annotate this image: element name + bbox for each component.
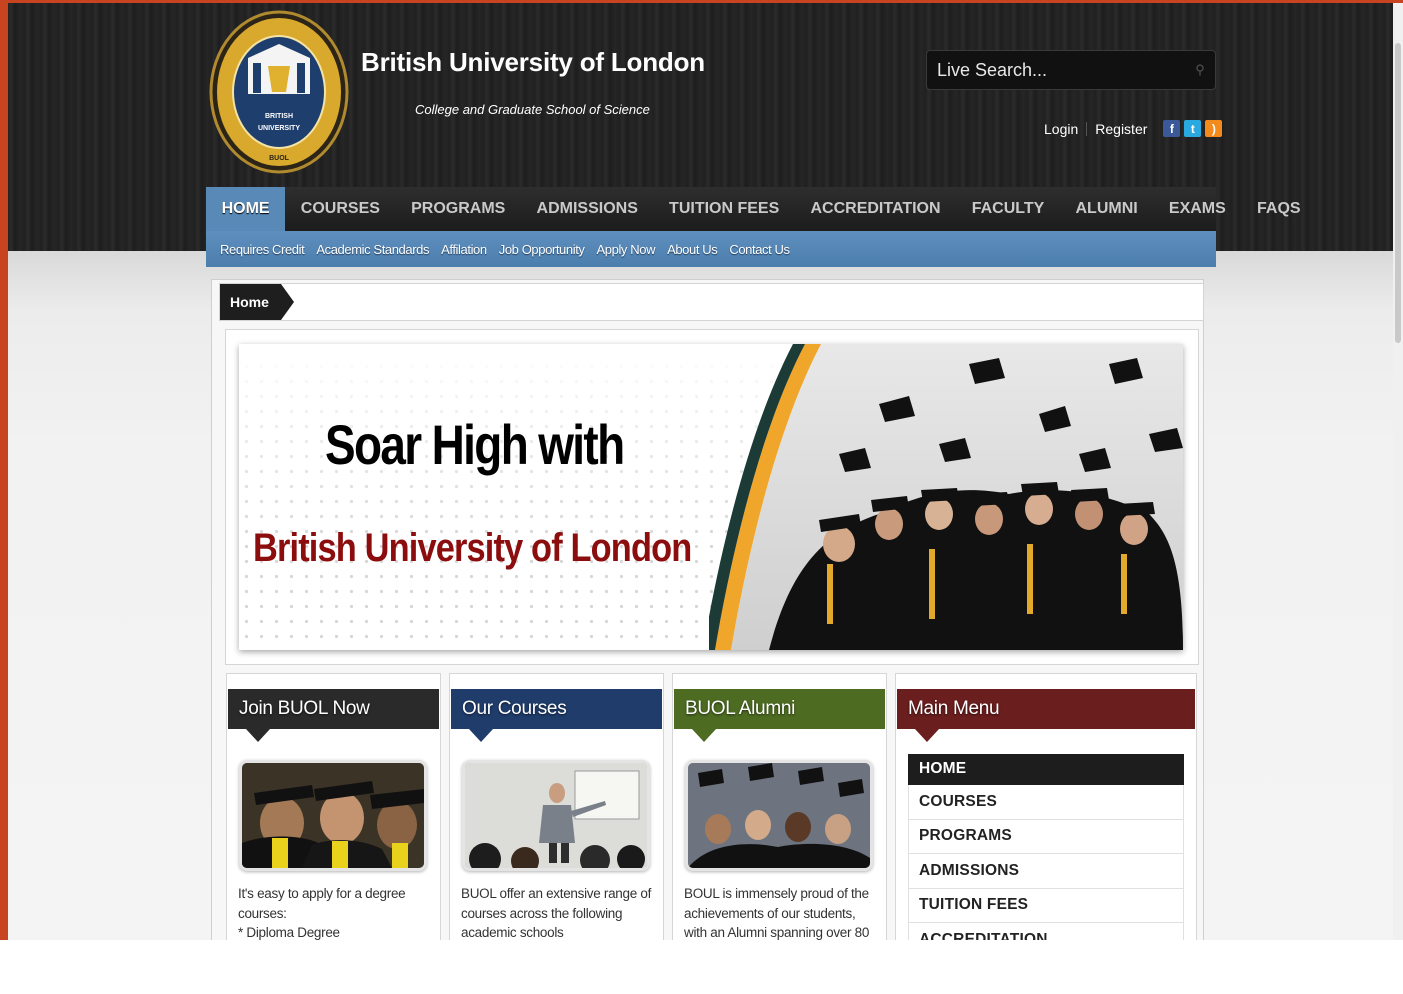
nav-item-faqs[interactable]: FAQs <box>1241 187 1316 231</box>
text-line: courses across the following <box>461 905 623 921</box>
nav-item-accreditation[interactable]: ACCREDITATION <box>795 187 956 231</box>
nav-item-programs[interactable]: PROGRAMS <box>396 187 521 231</box>
browser-viewport: BRITISH UNIVERSITY BUOL British Universi… <box>0 0 1403 940</box>
scrollbar-thumb[interactable] <box>1395 43 1401 343</box>
banner-slider: Soar High with British University of Lon… <box>225 329 1199 665</box>
subnav-link-apply-now[interactable]: Apply Now <box>597 242 656 257</box>
text-line: achievements of our students, <box>684 905 856 921</box>
logo-text-bottom: BUOL <box>269 155 290 162</box>
subnav-link-contact-us[interactable]: Contact Us <box>729 242 790 257</box>
text-line: academic schools <box>461 925 564 940</box>
main-menu-item-courses[interactable]: COURSES <box>908 785 1184 820</box>
alumni-box-text: BOUL is immensely proud of the achieveme… <box>684 884 879 940</box>
main-menu-item-accreditation[interactable]: ACCREDITATION <box>908 923 1184 940</box>
search-input[interactable] <box>927 51 1185 89</box>
university-logo[interactable]: BRITISH UNIVERSITY BUOL <box>206 8 352 176</box>
text-line: * Diploma Degree <box>238 925 340 940</box>
alumni-thumbnail[interactable] <box>685 760 873 871</box>
logo-text-top: BRITISH <box>265 113 293 120</box>
site-tagline: College and Graduate School of Science <box>415 102 650 117</box>
banner-headline: Soar High with <box>325 413 625 476</box>
main-menu-item-home[interactable]: HOME <box>908 754 1184 785</box>
nav-item-faculty[interactable]: FACULTY <box>956 187 1060 231</box>
main-menu-list: HOME COURSES PROGRAMS ADMISSIONS TUITION FEE… <box>908 754 1184 940</box>
main-menu-item-admissions[interactable]: ADMISSIONS <box>908 854 1184 889</box>
courses-box: Our Courses BUOL offer an extensive rang… <box>449 673 664 940</box>
content-area: Home Soar High with British University o… <box>211 279 1204 940</box>
lecture-thumbnail[interactable] <box>462 760 650 871</box>
subnav-link-requires-credit[interactable]: Requires Credit <box>220 242 305 257</box>
login-link[interactable]: Login <box>1044 121 1078 137</box>
text-line: BOUL is immensely proud of the <box>684 886 869 901</box>
alumni-box: BUOL Alumni BOUL is immensely proud of t… <box>672 673 887 940</box>
nav-item-exams[interactable]: EXAMS <box>1153 187 1241 231</box>
alumni-box-title[interactable]: BUOL Alumni <box>674 689 885 742</box>
main-menu-item-programs[interactable]: PROGRAMS <box>908 819 1184 854</box>
facebook-icon[interactable]: f <box>1163 120 1181 137</box>
text-line: with an Alumni spanning over 80 <box>684 925 870 940</box>
nav-item-tuition-fees[interactable]: TUITION FEES <box>653 187 794 231</box>
subnav-link-about-us[interactable]: About Us <box>667 242 718 257</box>
breadcrumb: Home <box>219 283 1204 321</box>
twitter-icon[interactable]: t <box>1184 120 1202 137</box>
sub-navigation: Requires Credit Academic Standards Affilat… <box>206 231 1216 267</box>
user-links: Login Register f t) <box>1044 120 1223 137</box>
banner[interactable]: Soar High with British University of Lon… <box>239 344 1183 650</box>
text-line: BUOL offer an extensive range of <box>461 886 652 901</box>
main-menu-item-tuition-fees[interactable]: TUITION FEES <box>908 888 1184 923</box>
subnav-link-job-opportunity[interactable]: Job Opportunity <box>499 242 585 257</box>
scrollbar[interactable] <box>1393 3 1403 940</box>
rss-icon[interactable]: ) <box>1205 120 1223 137</box>
main-navigation: HOME COURSES PROGRAMS ADMISSIONS TUITION FEE… <box>206 187 1301 231</box>
nav-item-home[interactable]: HOME <box>206 187 286 231</box>
graduates-thumbnail[interactable] <box>239 760 427 871</box>
nav-item-courses[interactable]: COURSES <box>285 187 395 231</box>
breadcrumb-home[interactable]: Home <box>220 284 294 320</box>
banner-subheadline: British University of London <box>253 526 692 570</box>
link-divider <box>1086 121 1088 136</box>
main-menu-title[interactable]: Main Menu <box>897 689 1195 742</box>
logo-text-middle: UNIVERSITY <box>258 125 300 132</box>
search-icon[interactable]: ⚲ <box>1185 62 1215 78</box>
courses-box-text: BUOL offer an extensive range of courses… <box>461 884 656 940</box>
courses-box-title[interactable]: Our Courses <box>451 689 662 742</box>
main-menu-box: Main Menu HOME COURSES PROGRAMS ADMISSIONS T… <box>895 673 1197 940</box>
join-box-text: It's easy to apply for a degree courses:… <box>238 884 433 940</box>
subnav-link-academic-standards[interactable]: Academic Standards <box>316 242 429 257</box>
nav-item-admissions[interactable]: ADMISSIONS <box>521 187 654 231</box>
nav-item-alumni[interactable]: ALUMNI <box>1060 187 1153 231</box>
subnav-link-affilation[interactable]: Affilation <box>441 242 487 257</box>
graduation-photo <box>709 344 1183 650</box>
join-box-title[interactable]: Join BUOL Now <box>228 689 439 742</box>
text-line: courses: <box>238 905 287 921</box>
live-search: ⚲ <box>926 50 1216 90</box>
social-links: f t) <box>1163 120 1223 137</box>
text-line: It's easy to apply for a degree <box>238 886 406 901</box>
site-title[interactable]: British University of London <box>361 47 705 78</box>
register-link[interactable]: Register <box>1095 121 1147 137</box>
join-box: Join BUOL Now It's easy to apply for a d… <box>226 673 441 940</box>
